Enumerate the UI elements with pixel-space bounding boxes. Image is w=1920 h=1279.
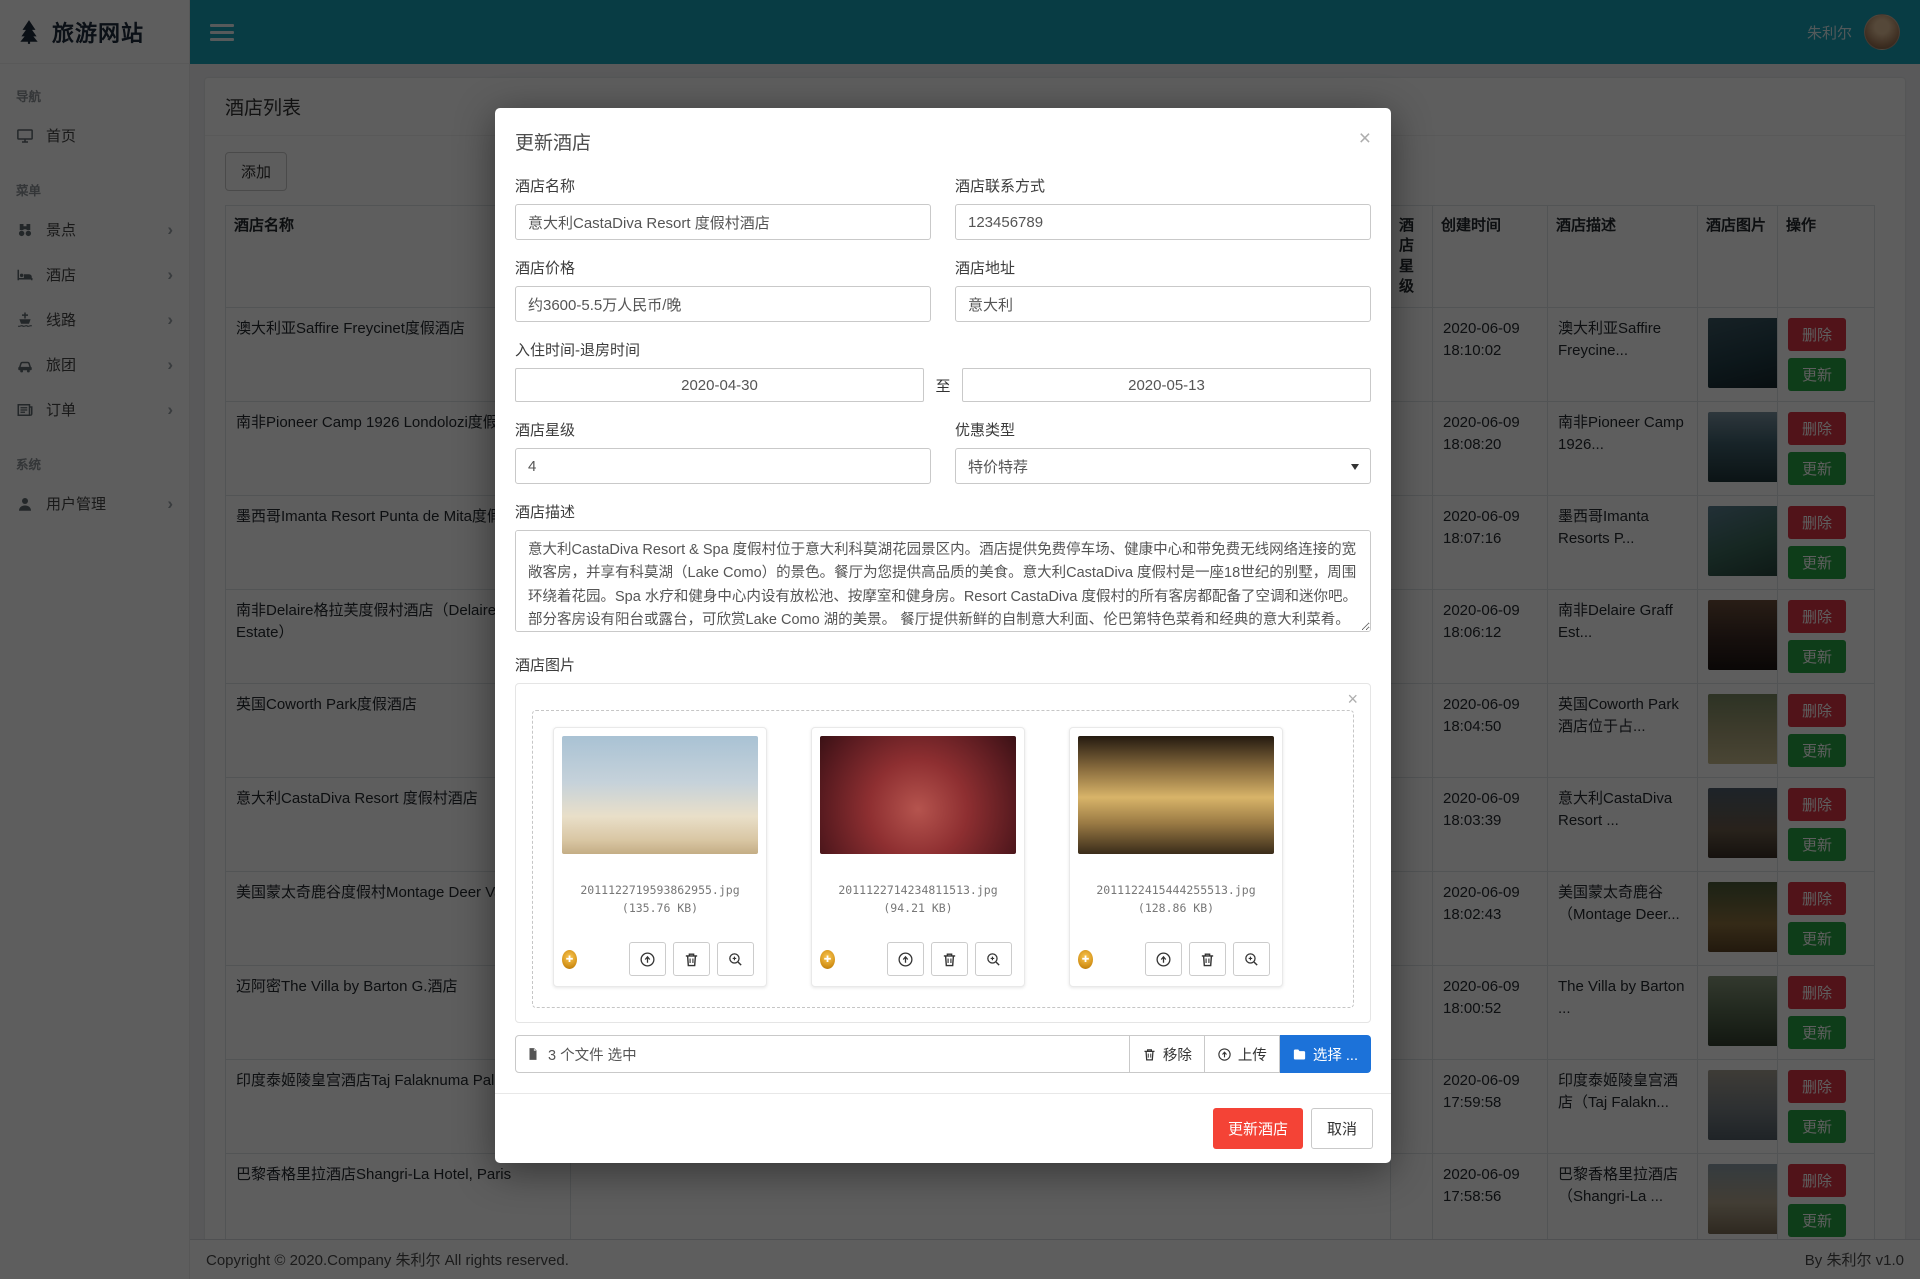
image-preview — [1078, 736, 1274, 854]
hotel-images-label: 酒店图片 — [515, 654, 1371, 675]
file-name-and-size: 2011122415444255513.jpg(128.86 KB) — [1078, 882, 1274, 918]
upload-circle-icon — [1155, 951, 1172, 968]
hotel-address-input[interactable] — [955, 286, 1371, 322]
file-preview-panel: × 2011122719593862955.jpg(135.76 KB)2011… — [515, 683, 1371, 1023]
cancel-button[interactable]: 取消 — [1311, 1108, 1373, 1149]
upload-file-button[interactable] — [887, 942, 924, 976]
folder-icon — [1292, 1047, 1307, 1062]
promo-type-select[interactable]: 特价特荐 — [955, 448, 1371, 484]
hotel-desc-textarea[interactable]: 意大利CastaDiva Resort & Spa 度假村位于意大利科莫湖花园景… — [515, 530, 1371, 632]
zoom-file-button[interactable] — [975, 942, 1012, 976]
close-icon[interactable]: × — [1359, 128, 1371, 149]
remove-files-button[interactable]: 移除 — [1130, 1035, 1205, 1073]
delete-file-button[interactable] — [931, 942, 968, 976]
delete-file-button[interactable] — [1189, 942, 1226, 976]
file-caption-text: 3 个文件 选中 — [548, 1044, 637, 1065]
file-size: (135.76 KB) — [562, 900, 758, 918]
hotel-name-label: 酒店名称 — [515, 175, 931, 196]
upload-file-button[interactable] — [1145, 942, 1182, 976]
zoom-file-button[interactable] — [1233, 942, 1270, 976]
hotel-star-input[interactable] — [515, 448, 931, 484]
date-separator: 至 — [924, 375, 962, 396]
file-size: (94.21 KB) — [820, 900, 1016, 918]
image-preview — [562, 736, 758, 854]
browse-files-button[interactable]: 选择 ... — [1280, 1035, 1371, 1073]
trash-icon — [1142, 1047, 1157, 1062]
update-hotel-modal: 更新酒店 × 酒店名称 酒店联系方式 酒店价格 酒店地址 — [495, 108, 1391, 1163]
checkout-date-input[interactable]: 2020-05-13 — [962, 368, 1371, 402]
magnifier-plus-icon — [727, 951, 744, 968]
remove-files-label: 移除 — [1163, 1044, 1192, 1065]
update-hotel-submit-button[interactable]: 更新酒店 — [1213, 1108, 1303, 1149]
hotel-address-label: 酒店地址 — [955, 257, 1371, 278]
promo-type-label: 优惠类型 — [955, 419, 1371, 440]
file-preview-card: 2011122415444255513.jpg(128.86 KB) — [1069, 727, 1283, 987]
upload-pending-indicator-icon — [1078, 950, 1093, 969]
hotel-contact-label: 酒店联系方式 — [955, 175, 1371, 196]
browse-files-label: 选择 ... — [1313, 1044, 1358, 1065]
hotel-contact-input[interactable] — [955, 204, 1371, 240]
file-input-bar: 3 个文件 选中 移除 上传 选择 ... — [515, 1035, 1371, 1073]
hotel-star-label: 酒店星级 — [515, 419, 931, 440]
checkin-date-input[interactable]: 2020-04-30 — [515, 368, 924, 402]
upload-circle-icon — [1217, 1047, 1232, 1062]
preview-close-icon[interactable]: × — [1347, 690, 1358, 708]
delete-file-button[interactable] — [673, 942, 710, 976]
file-preview-card: 2011122714234811513.jpg(94.21 KB) — [811, 727, 1025, 987]
file-caption: 3 个文件 选中 — [515, 1035, 1130, 1073]
file-name: 2011122719593862955.jpg — [562, 882, 758, 900]
hotel-price-label: 酒店价格 — [515, 257, 931, 278]
trash-icon — [1199, 951, 1216, 968]
hotel-price-input[interactable] — [515, 286, 931, 322]
trash-icon — [941, 951, 958, 968]
file-name: 2011122415444255513.jpg — [1078, 882, 1274, 900]
trash-icon — [683, 951, 700, 968]
upload-file-button[interactable] — [629, 942, 666, 976]
image-preview — [820, 736, 1016, 854]
file-name-and-size: 2011122719593862955.jpg(135.76 KB) — [562, 882, 758, 918]
date-range-label: 入住时间-退房时间 — [515, 339, 1371, 360]
upload-pending-indicator-icon — [820, 950, 835, 969]
zoom-file-button[interactable] — [717, 942, 754, 976]
upload-files-button[interactable]: 上传 — [1205, 1035, 1280, 1073]
hotel-desc-label: 酒店描述 — [515, 501, 1371, 522]
file-drop-zone: 2011122719593862955.jpg(135.76 KB)201112… — [532, 710, 1354, 1008]
app-window: 旅游网站 导航 首页 菜单 景点 › 酒店 › 线路 › 旅团 › — [0, 0, 1920, 1279]
hotel-name-input[interactable] — [515, 204, 931, 240]
upload-circle-icon — [639, 951, 656, 968]
upload-pending-indicator-icon — [562, 950, 577, 969]
modal-title: 更新酒店 — [515, 128, 591, 155]
upload-files-label: 上传 — [1238, 1044, 1267, 1065]
magnifier-plus-icon — [985, 951, 1002, 968]
magnifier-plus-icon — [1243, 951, 1260, 968]
upload-circle-icon — [897, 951, 914, 968]
file-preview-card: 2011122719593862955.jpg(135.76 KB) — [553, 727, 767, 987]
file-name-and-size: 2011122714234811513.jpg(94.21 KB) — [820, 882, 1016, 918]
file-size: (128.86 KB) — [1078, 900, 1274, 918]
file-icon — [526, 1046, 540, 1062]
file-name: 2011122714234811513.jpg — [820, 882, 1016, 900]
